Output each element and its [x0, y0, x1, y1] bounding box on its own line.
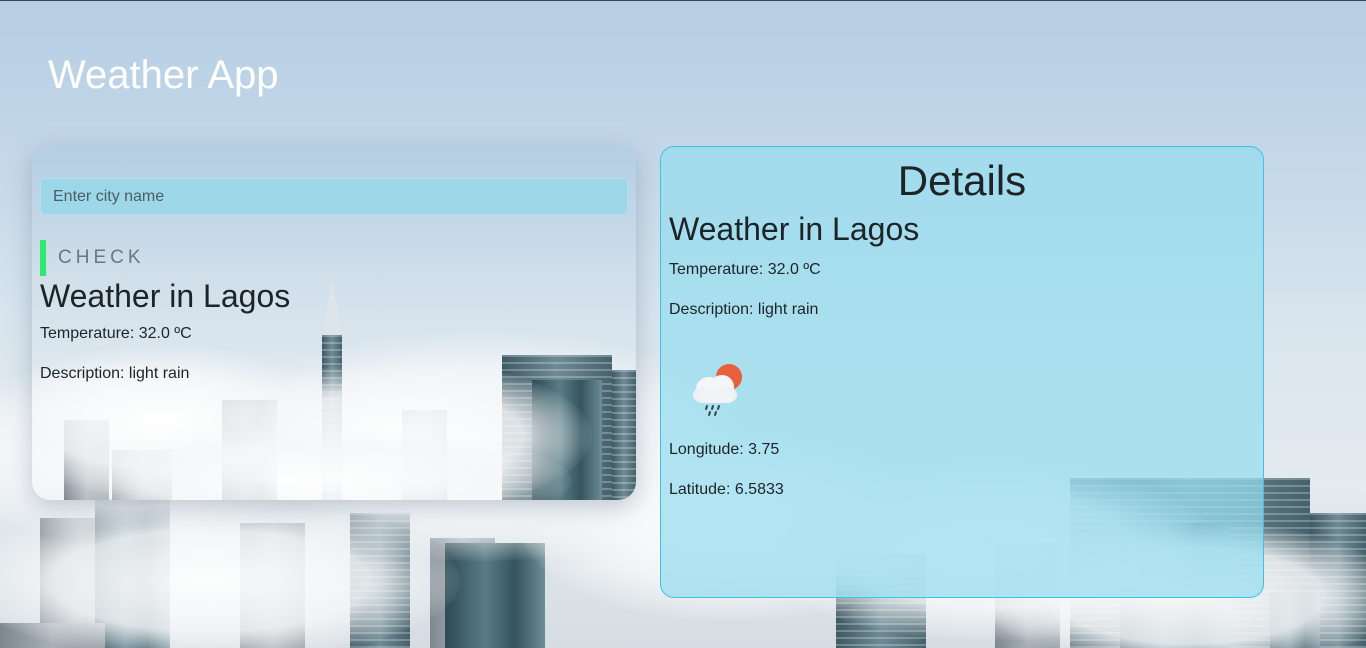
search-card: CHECK Weather in Lagos Temperature: 32.0… — [32, 146, 636, 500]
city-search-input[interactable] — [40, 178, 628, 215]
details-temperature: Temperature: 32.0 ºC — [669, 261, 821, 278]
details-panel: Details Weather in Lagos Temperature: 32… — [660, 146, 1264, 598]
details-latitude: Latitude: 6.5833 — [669, 481, 784, 498]
summary-description: Description: light rain — [40, 365, 190, 382]
app-title: Weather App — [48, 53, 279, 97]
details-heading: Weather in Lagos — [669, 211, 920, 247]
summary-heading: Weather in Lagos — [40, 278, 291, 314]
summary-temperature: Temperature: 32.0 ºC — [40, 325, 192, 342]
details-description: Description: light rain — [669, 301, 819, 318]
details-title: Details — [897, 157, 1027, 204]
details-longitude: Longitude: 3.75 — [669, 441, 780, 458]
check-button[interactable]: CHECK — [40, 240, 145, 276]
sun-cloud-rain-icon — [693, 364, 742, 416]
